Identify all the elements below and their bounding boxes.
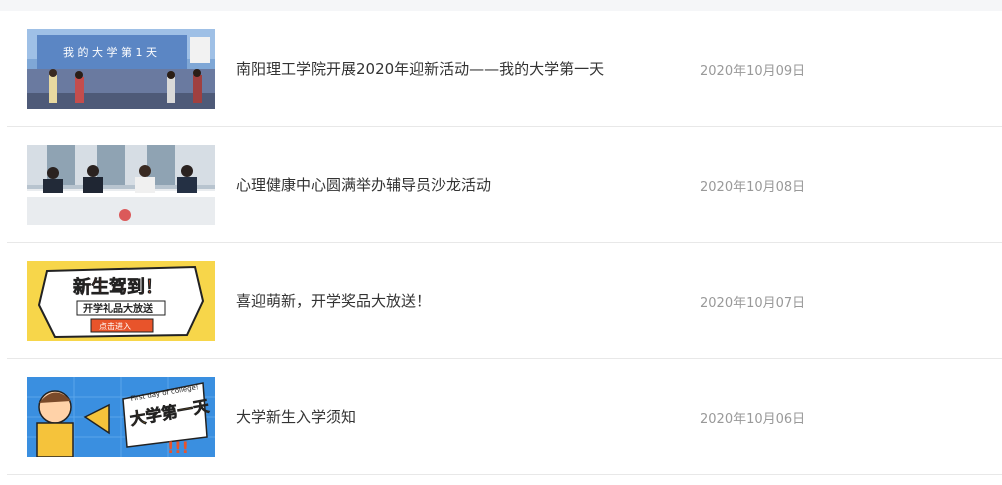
news-item: 心理健康中心圆满举办辅导员沙龙活动 2020年10月08日 [7,127,1002,243]
news-thumbnail[interactable] [27,145,215,225]
news-item: 我 的 大 学 第 1 天 南阳理工学院开展2020年迎新活动——我的大学第一天… [7,11,1002,127]
campus-event-photo: 我 的 大 学 第 1 天 [27,29,215,109]
news-title[interactable]: 大学新生入学须知 [236,406,356,427]
freshman-banner: 新生驾到！ 开学礼品大放送 点击进入 [27,261,215,341]
banner-exclaim: !!! [167,438,189,457]
news-item: First day of college! 大学第一天 !!! 大学新生入学须知… [7,359,1002,475]
top-strip [0,0,1002,11]
news-thumbnail[interactable]: 我 的 大 学 第 1 天 [27,29,215,109]
banner-button: 点击进入 [99,321,131,331]
banner-headline: 新生驾到！ [73,276,163,298]
news-list: 我 的 大 学 第 1 天 南阳理工学院开展2020年迎新活动——我的大学第一天… [7,11,1002,475]
news-date: 2020年10月08日 [700,180,806,195]
meeting-photo [27,145,215,225]
news-date: 2020年10月07日 [700,296,806,311]
news-date: 2020年10月09日 [700,64,806,79]
news-title[interactable]: 南阳理工学院开展2020年迎新活动——我的大学第一天 [236,58,604,79]
news-thumbnail[interactable]: 新生驾到！ 开学礼品大放送 点击进入 [27,261,215,341]
news-title[interactable]: 心理健康中心圆满举办辅导员沙龙活动 [236,174,491,195]
news-item: 新生驾到！ 开学礼品大放送 点击进入 喜迎萌新，开学奖品大放送！ 2020年10… [7,243,1002,359]
news-title[interactable]: 喜迎萌新，开学奖品大放送！ [236,290,431,311]
news-date: 2020年10月06日 [700,412,806,427]
banner-text: 我 的 大 学 第 1 天 [63,45,157,59]
news-thumbnail[interactable]: First day of college! 大学第一天 !!! [27,377,215,457]
first-day-banner: First day of college! 大学第一天 !!! [27,377,215,457]
banner-subtitle: 开学礼品大放送 [83,302,154,315]
